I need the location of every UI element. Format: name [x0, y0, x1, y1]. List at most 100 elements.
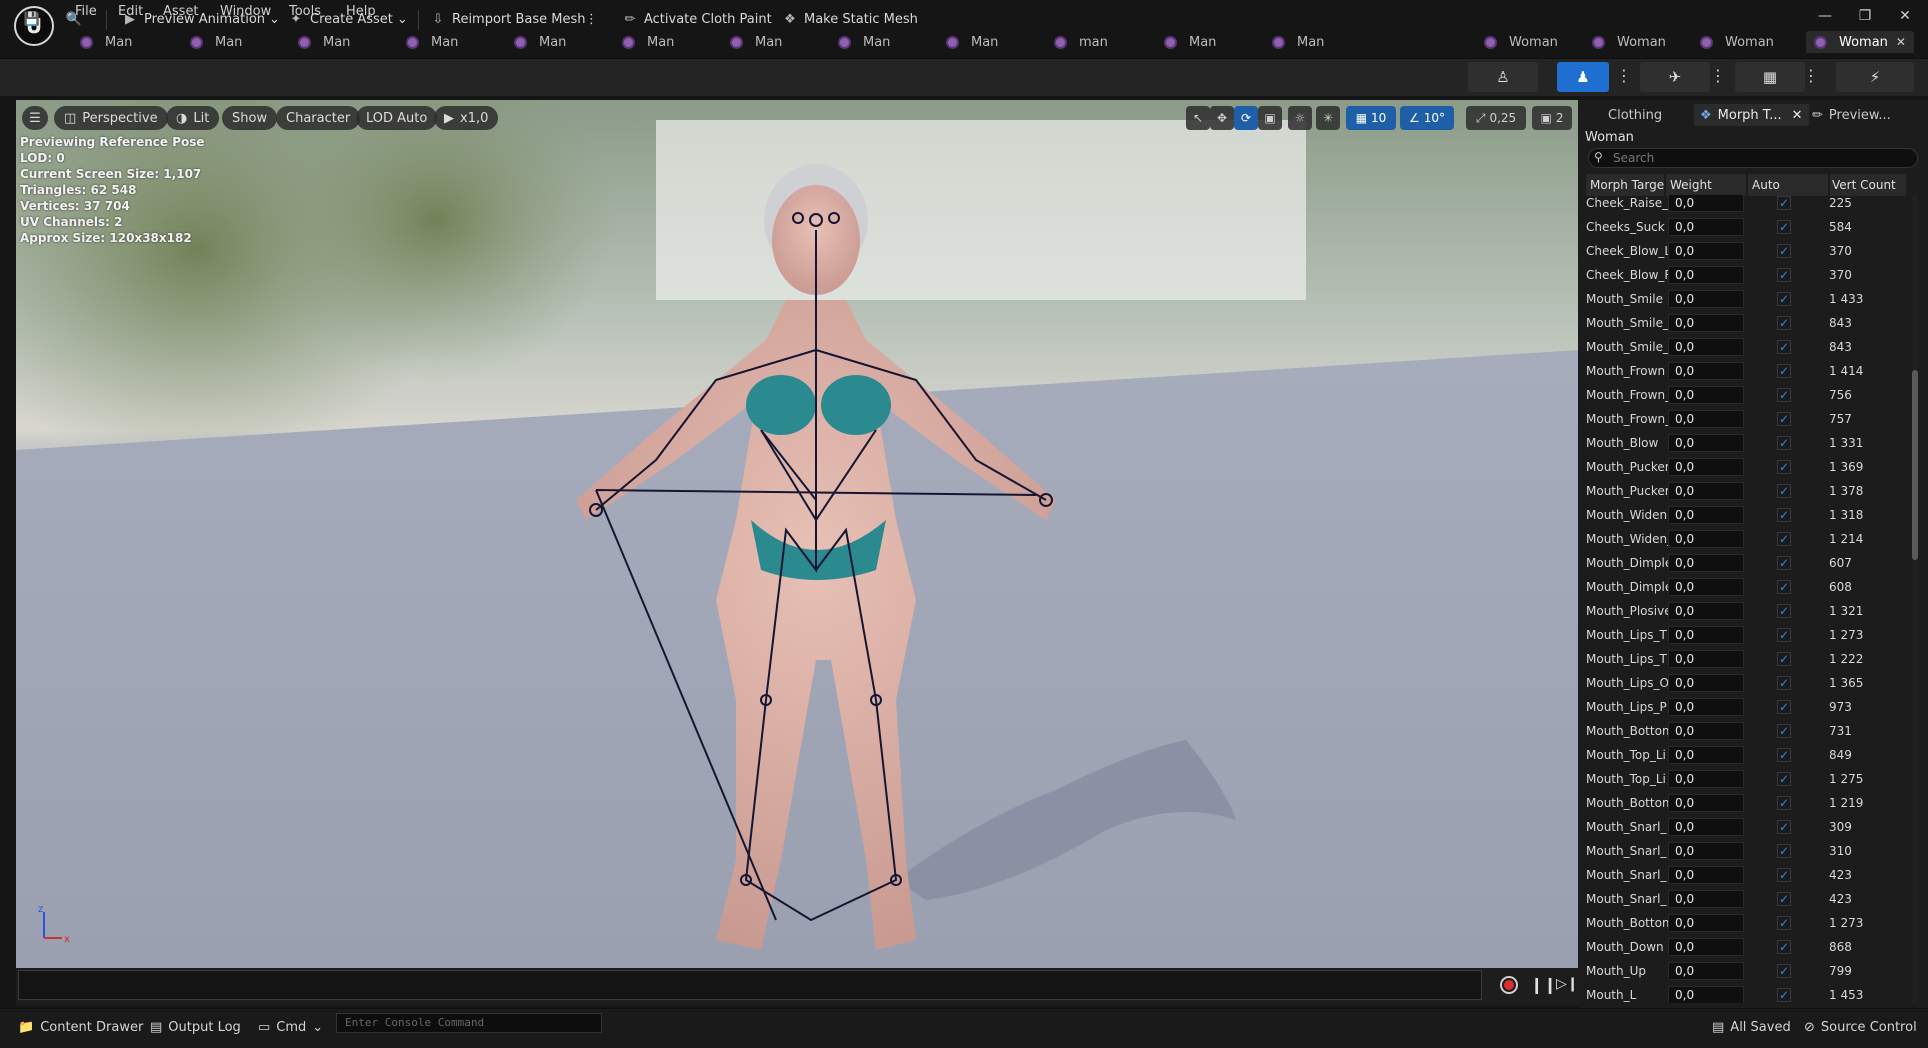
auto-checkbox[interactable]: ✓	[1777, 196, 1791, 210]
morph-search-input[interactable]: Search	[1588, 148, 1918, 168]
auto-checkbox[interactable]: ✓	[1777, 604, 1791, 618]
asset-tab[interactable]: Woman	[1484, 31, 1558, 53]
cmd-button[interactable]: ▭ Cmd ⌄	[258, 1016, 323, 1038]
asset-tab[interactable]: Man	[298, 31, 350, 53]
perspective-button[interactable]: ◫ Perspective	[54, 106, 168, 130]
close-tab-icon[interactable]: ✕	[1792, 108, 1803, 123]
morph-target-row[interactable]: Mouth_Bottom 0,0 ✓ 731	[1584, 719, 1912, 743]
morph-target-row[interactable]: Mouth_Smile 0,0 ✓ 1 433	[1584, 287, 1912, 311]
close-tab-icon[interactable]: ✕	[1896, 35, 1906, 49]
auto-checkbox[interactable]: ✓	[1777, 388, 1791, 402]
morph-target-row[interactable]: Mouth_Bottom 0,0 ✓ 1 219	[1584, 791, 1912, 815]
output-log-button[interactable]: ▤ Output Log	[150, 1016, 241, 1038]
morph-weight-field[interactable]: 0,0	[1668, 770, 1744, 788]
mesh-mode-button[interactable]: ♟	[1557, 62, 1609, 92]
auto-checkbox[interactable]: ✓	[1777, 916, 1791, 930]
morph-weight-field[interactable]: 0,0	[1668, 242, 1744, 260]
blueprint-mode-button[interactable]: ▦	[1735, 62, 1805, 92]
auto-checkbox[interactable]: ✓	[1777, 340, 1791, 354]
morph-weight-field[interactable]: 0,0	[1668, 218, 1744, 236]
morph-weight-field[interactable]: 0,0	[1668, 458, 1744, 476]
morph-weight-field[interactable]: 0,0	[1668, 698, 1744, 716]
morph-weight-field[interactable]: 0,0	[1668, 794, 1744, 812]
morph-weight-field[interactable]: 0,0	[1668, 842, 1744, 860]
close-window-icon[interactable]: ✕	[1890, 4, 1920, 28]
auto-checkbox[interactable]: ✓	[1777, 940, 1791, 954]
make-static-mesh-button[interactable]: ❖ Make Static Mesh	[782, 8, 918, 30]
morph-target-row[interactable]: Mouth_Snarl_ 0,0 ✓ 423	[1584, 863, 1912, 887]
morph-target-row[interactable]: Mouth_Lips_T 0,0 ✓ 1 273	[1584, 623, 1912, 647]
morph-weight-field[interactable]: 0,0	[1668, 722, 1744, 740]
lod-button[interactable]: LOD Auto	[356, 106, 438, 130]
grid-snap-button[interactable]: ▦ 10	[1346, 106, 1396, 130]
asset-tab[interactable]: Man	[190, 31, 242, 53]
morph-target-row[interactable]: Mouth_Snarl_ 0,0 ✓ 309	[1584, 815, 1912, 839]
timeline-track[interactable]	[18, 970, 1482, 1000]
auto-checkbox[interactable]: ✓	[1777, 796, 1791, 810]
reimport-base-mesh-button[interactable]: ⇩ Reimport Base Mesh	[430, 8, 586, 30]
minimize-icon[interactable]: —	[1810, 4, 1840, 28]
morph-weight-field[interactable]: 0,0	[1668, 986, 1744, 1003]
morph-target-row[interactable]: Mouth_Top_Li 0,0 ✓ 849	[1584, 743, 1912, 767]
auto-checkbox[interactable]: ✓	[1777, 412, 1791, 426]
playback-speed-button[interactable]: ▶ x1,0	[434, 106, 499, 130]
viewport[interactable]: z x	[16, 100, 1578, 968]
asset-tab[interactable]: man	[1054, 31, 1108, 53]
auto-checkbox[interactable]: ✓	[1777, 244, 1791, 258]
world-local-icon[interactable]: ☼	[1288, 106, 1312, 130]
tab-preview[interactable]: ✏ Preview...	[1812, 104, 1891, 126]
translate-tool-icon[interactable]: ✥	[1210, 106, 1234, 130]
morph-weight-field[interactable]: 0,0	[1668, 626, 1744, 644]
morph-target-row[interactable]: Mouth_Widen 0,0 ✓ 1 318	[1584, 503, 1912, 527]
column-vert-count[interactable]: Vert Count	[1830, 174, 1906, 196]
morph-weight-field[interactable]: 0,0	[1668, 482, 1744, 500]
morph-target-row[interactable]: Mouth_Lips_P 0,0 ✓ 973	[1584, 695, 1912, 719]
morph-weight-field[interactable]: 0,0	[1668, 195, 1744, 212]
morph-weight-field[interactable]: 0,0	[1668, 914, 1744, 932]
auto-checkbox[interactable]: ✓	[1777, 508, 1791, 522]
morph-target-row[interactable]: Mouth_Frown 0,0 ✓ 1 414	[1584, 359, 1912, 383]
mode-options-icon[interactable]: ⋮	[1616, 66, 1632, 88]
asset-tab[interactable]: Man	[80, 31, 132, 53]
pause-icon[interactable]: ❙❙	[1530, 975, 1557, 994]
auto-checkbox[interactable]: ✓	[1777, 556, 1791, 570]
morph-weight-field[interactable]: 0,0	[1668, 602, 1744, 620]
asset-tab[interactable]: Man	[730, 31, 782, 53]
activate-cloth-paint-button[interactable]: ✏ Activate Cloth Paint	[622, 8, 772, 30]
asset-tab[interactable]: Woman ✕	[1806, 31, 1914, 53]
character-button[interactable]: Character	[276, 106, 361, 130]
morph-list-scroll-thumb[interactable]	[1912, 370, 1918, 560]
auto-checkbox[interactable]: ✓	[1777, 964, 1791, 978]
scale-snap-button[interactable]: ⤢ 0,25	[1466, 106, 1526, 130]
auto-checkbox[interactable]: ✓	[1777, 580, 1791, 594]
asset-tab[interactable]: Woman	[1700, 31, 1774, 53]
morph-weight-field[interactable]: 0,0	[1668, 530, 1744, 548]
rotate-tool-icon[interactable]: ⟳	[1234, 106, 1258, 130]
morph-target-row[interactable]: Mouth_Dimple 0,0 ✓ 607	[1584, 551, 1912, 575]
toolbar-more-icon[interactable]: ⋮	[585, 8, 598, 30]
morph-weight-field[interactable]: 0,0	[1668, 290, 1744, 308]
morph-weight-field[interactable]: 0,0	[1668, 962, 1744, 980]
asset-tab[interactable]: Woman	[1592, 31, 1666, 53]
lit-button[interactable]: ◑ Lit	[166, 106, 220, 130]
morph-weight-field[interactable]: 0,0	[1668, 578, 1744, 596]
asset-tab[interactable]: Man	[946, 31, 998, 53]
auto-checkbox[interactable]: ✓	[1777, 988, 1791, 1002]
auto-checkbox[interactable]: ✓	[1777, 676, 1791, 690]
auto-checkbox[interactable]: ✓	[1777, 844, 1791, 858]
morph-target-row[interactable]: Mouth_L 0,0 ✓ 1 453	[1584, 983, 1912, 1003]
morph-list-scrollbar[interactable]	[1912, 195, 1918, 1003]
morph-target-row[interactable]: Mouth_Smile_ 0,0 ✓ 843	[1584, 335, 1912, 359]
morph-target-row[interactable]: Mouth_Frown_ 0,0 ✓ 756	[1584, 383, 1912, 407]
rotation-snap-button[interactable]: ∠ 10°	[1400, 106, 1454, 130]
auto-checkbox[interactable]: ✓	[1777, 364, 1791, 378]
morph-weight-field[interactable]: 0,0	[1668, 938, 1744, 956]
morph-weight-field[interactable]: 0,0	[1668, 674, 1744, 692]
morph-target-row[interactable]: Mouth_Plosive 0,0 ✓ 1 321	[1584, 599, 1912, 623]
morph-weight-field[interactable]: 0,0	[1668, 434, 1744, 452]
surface-snap-icon[interactable]: ✳	[1316, 106, 1340, 130]
morph-weight-field[interactable]: 0,0	[1668, 338, 1744, 356]
camera-speed-button[interactable]: ▣ 2	[1532, 106, 1572, 130]
morph-weight-field[interactable]: 0,0	[1668, 746, 1744, 764]
auto-checkbox[interactable]: ✓	[1777, 868, 1791, 882]
